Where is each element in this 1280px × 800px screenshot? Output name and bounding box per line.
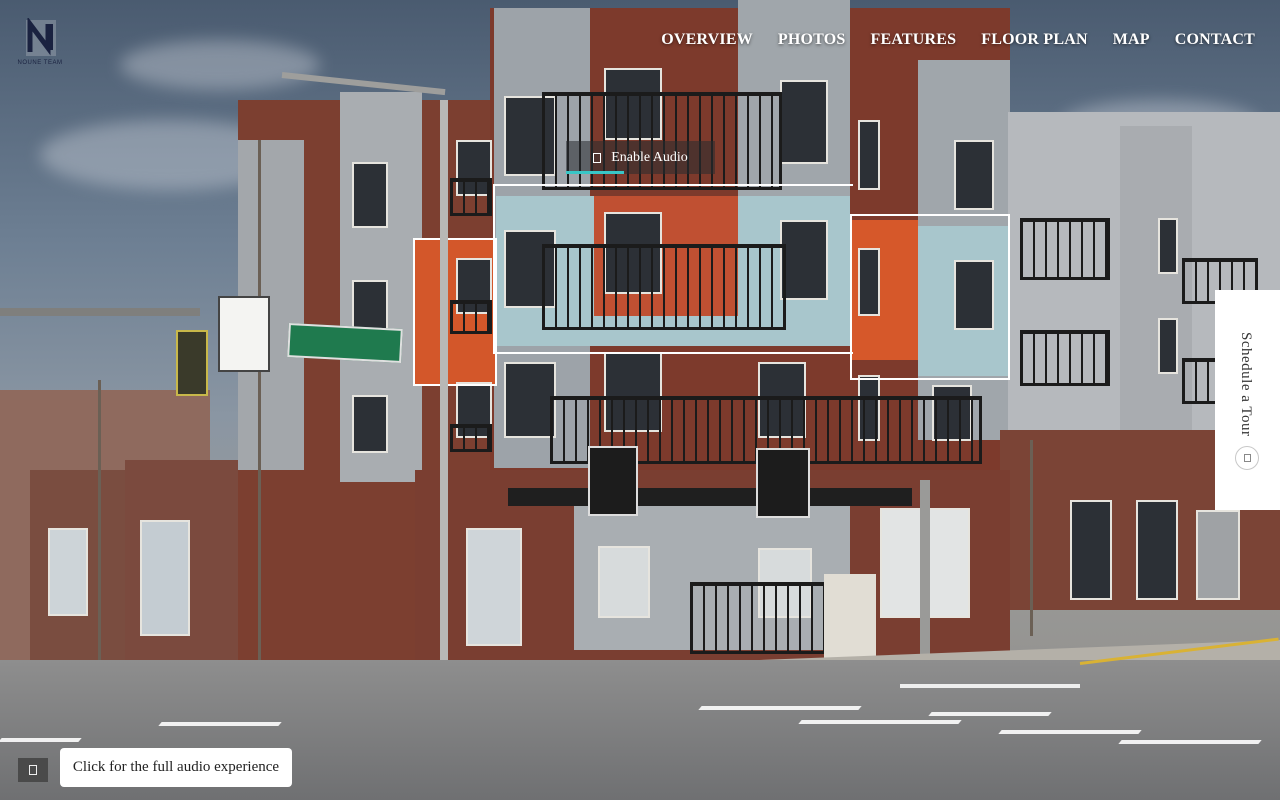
brand-logo[interactable]: NOUNE TEAM: [16, 18, 64, 72]
audio-toggle-button[interactable]: [18, 758, 48, 782]
audio-callout[interactable]: Click for the full audio experience: [60, 748, 292, 787]
schedule-tour-tab[interactable]: Schedule a Tour: [1215, 290, 1280, 510]
speaker-icon: [29, 765, 37, 775]
enable-audio-button[interactable]: Enable Audio: [566, 141, 715, 174]
speaker-icon: [593, 152, 602, 163]
logo-mark-icon: [26, 18, 56, 56]
site-header: NOUNE TEAM OVERVIEW PHOTOS FEATURES FLOO…: [0, 0, 1280, 84]
audio-progress-bar: [566, 171, 624, 174]
hero-photo: [0, 0, 1280, 800]
main-nav: OVERVIEW PHOTOS FEATURES FLOOR PLAN MAP …: [636, 31, 1255, 49]
schedule-tour-label: Schedule a Tour: [1238, 332, 1254, 437]
nav-overview[interactable]: OVERVIEW: [661, 31, 753, 49]
nav-features[interactable]: FEATURES: [871, 31, 957, 49]
calendar-icon[interactable]: [1235, 446, 1259, 470]
nav-floor-plan[interactable]: FLOOR PLAN: [981, 31, 1087, 49]
enable-audio-label: Enable Audio: [611, 149, 688, 165]
nav-contact[interactable]: CONTACT: [1175, 31, 1255, 49]
nav-map[interactable]: MAP: [1113, 31, 1150, 49]
audio-callout-label: Click for the full audio experience: [72, 759, 280, 775]
nav-photos[interactable]: PHOTOS: [778, 31, 846, 49]
logo-text: NOUNE TEAM: [17, 60, 63, 66]
